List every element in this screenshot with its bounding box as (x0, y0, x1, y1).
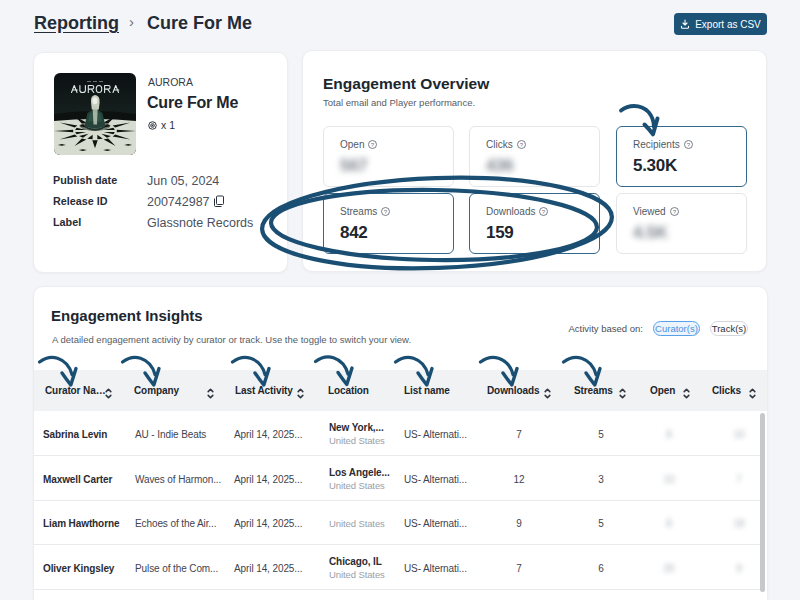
svg-text:?: ? (542, 208, 546, 214)
svg-text:?: ? (687, 141, 691, 147)
svg-text:?: ? (672, 208, 676, 214)
svg-text:?: ? (384, 208, 388, 214)
svg-text:?: ? (520, 141, 524, 147)
svg-text:?: ? (371, 141, 375, 147)
